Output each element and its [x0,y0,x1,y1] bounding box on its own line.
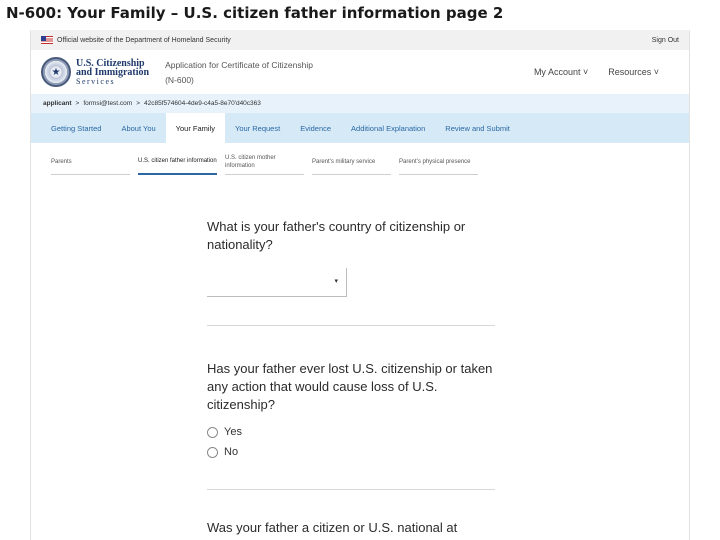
section-divider [207,489,495,490]
breadcrumb-separator: > [75,100,80,107]
tab-your-family[interactable]: Your Family [165,113,225,143]
us-flag-icon [41,36,53,44]
tab-about-you[interactable]: About You [111,113,165,143]
agency-line-2: and Immigration [76,66,150,78]
tab-getting-started[interactable]: Getting Started [41,113,111,143]
agency-line-3: Services [76,76,116,86]
main-tabs: Getting Started About You Your Family Yo… [31,113,689,143]
subtab-parents[interactable]: Parents [51,149,130,175]
radio-label-no: No [224,446,239,458]
sign-out-link[interactable]: Sign Out [652,37,679,44]
country-select[interactable]: ▾ [207,268,347,297]
chevron-down-icon: ▾ [334,278,338,285]
slide-title: N-600: Your Family – U.S. citizen father… [6,4,504,22]
site-header: ★ U.S. Citizenship and Immigration Servi… [31,50,689,94]
header-menu: My Account ˅ Resources ˅ [534,67,679,77]
gov-banner: Official website of the Department of Ho… [31,30,689,50]
resources-menu[interactable]: Resources ˅ [608,67,659,77]
browser-frame: Official website of the Department of Ho… [30,30,690,540]
sub-tabs: Parents U.S. citizen father information … [31,143,689,175]
radio-label-yes: Yes [224,426,242,438]
application-form-code: (N-600) [165,74,194,85]
breadcrumb: applicant > formsi@test.com > 42c85f5746… [31,94,689,113]
application-name: Application for Certificate of Citizensh… [165,59,313,70]
radio-button[interactable] [207,426,218,438]
breadcrumb-email[interactable]: formsi@test.com [83,100,132,107]
gov-banner-text: Official website of the Department of Ho… [57,36,231,44]
question-father-lost-citizenship: Has your father ever lost U.S. citizensh… [207,361,493,412]
breadcrumb-role[interactable]: applicant [43,100,72,107]
radio-option-yes[interactable]: Yes [207,426,495,438]
question-father-citizenship: What is your father's country of citizen… [207,219,466,252]
breadcrumb-separator: > [136,100,140,107]
dhs-seal-icon: ★ [41,57,71,87]
father-info-form: What is your father's country of citizen… [207,218,495,535]
subtab-military-service[interactable]: Parent's military service [312,149,391,175]
breadcrumb-case-id: 42c85f574604-4de9-c4a5-8e70'd40c363 [144,100,261,107]
section-divider [207,325,495,326]
tab-review-and-submit[interactable]: Review and Submit [435,113,520,143]
agency-logo-text[interactable]: U.S. Citizenship and Immigration Service… [76,58,150,86]
tab-evidence[interactable]: Evidence [290,113,341,143]
radio-button[interactable] [207,446,218,458]
subtab-citizen-father[interactable]: U.S. citizen father information [138,149,217,175]
tab-additional-explanation[interactable]: Additional Explanation [341,113,435,143]
subtab-physical-presence[interactable]: Parent's physical presence [399,149,478,175]
application-title: Application for Certificate of Citizensh… [165,59,313,86]
subtab-citizen-mother[interactable]: U.S. citizen mother information [225,149,304,175]
question-partial: Was your father a citizen or U.S. nation… [207,520,458,535]
my-account-menu[interactable]: My Account ˅ [534,67,588,77]
radio-option-no[interactable]: No [207,446,495,458]
tab-your-request[interactable]: Your Request [225,113,290,143]
